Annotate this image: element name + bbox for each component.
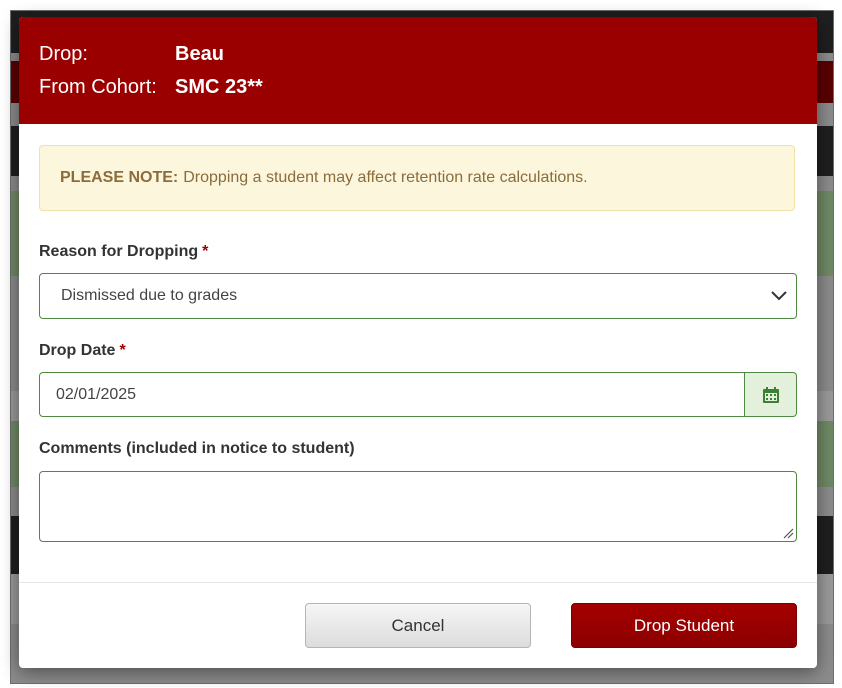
chevron-down-icon	[771, 291, 787, 301]
comments-label-text: Comments (included in notice to student)	[39, 440, 355, 457]
reason-label: Reason for Dropping *	[39, 243, 208, 261]
drop-date-label-text: Drop Date	[39, 342, 116, 359]
reason-selected-value: Dismissed due to grades	[61, 287, 238, 304]
note-heading: PLEASE NOTE:	[60, 169, 179, 186]
resize-grip-icon[interactable]	[782, 527, 794, 539]
drop-date-label: Drop Date *	[39, 342, 126, 360]
drop-date-group: 02/01/2025	[39, 372, 797, 417]
drop-row: Drop: Beau	[39, 43, 224, 66]
cohort-row: From Cohort: SMC 23**	[39, 76, 263, 99]
footer-divider	[19, 582, 817, 583]
comments-textarea[interactable]	[39, 471, 797, 542]
cohort-name: SMC 23**	[175, 76, 263, 98]
reason-required-mark: *	[202, 243, 209, 260]
cohort-label: From Cohort:	[39, 76, 157, 98]
comments-label: Comments (included in notice to student)	[39, 440, 355, 458]
retention-note: PLEASE NOTE: Dropping a student may affe…	[39, 145, 795, 211]
reason-select[interactable]: Dismissed due to grades	[39, 273, 797, 319]
note-text: Dropping a student may affect retention …	[183, 169, 588, 186]
drop-label: Drop:	[39, 43, 88, 65]
drop-date-value: 02/01/2025	[56, 385, 137, 403]
drop-date-required-mark: *	[119, 342, 126, 359]
drop-student-modal: Drop: Beau From Cohort: SMC 23** PLEASE …	[19, 17, 817, 668]
drop-date-input[interactable]: 02/01/2025	[39, 372, 745, 417]
calendar-button[interactable]	[744, 372, 797, 417]
drop-student-button[interactable]: Drop Student	[571, 603, 797, 648]
modal-header: Drop: Beau From Cohort: SMC 23**	[19, 17, 817, 124]
calendar-icon	[762, 386, 779, 403]
student-name: Beau	[175, 43, 224, 65]
cancel-button[interactable]: Cancel	[305, 603, 531, 648]
reason-label-text: Reason for Dropping	[39, 243, 199, 260]
